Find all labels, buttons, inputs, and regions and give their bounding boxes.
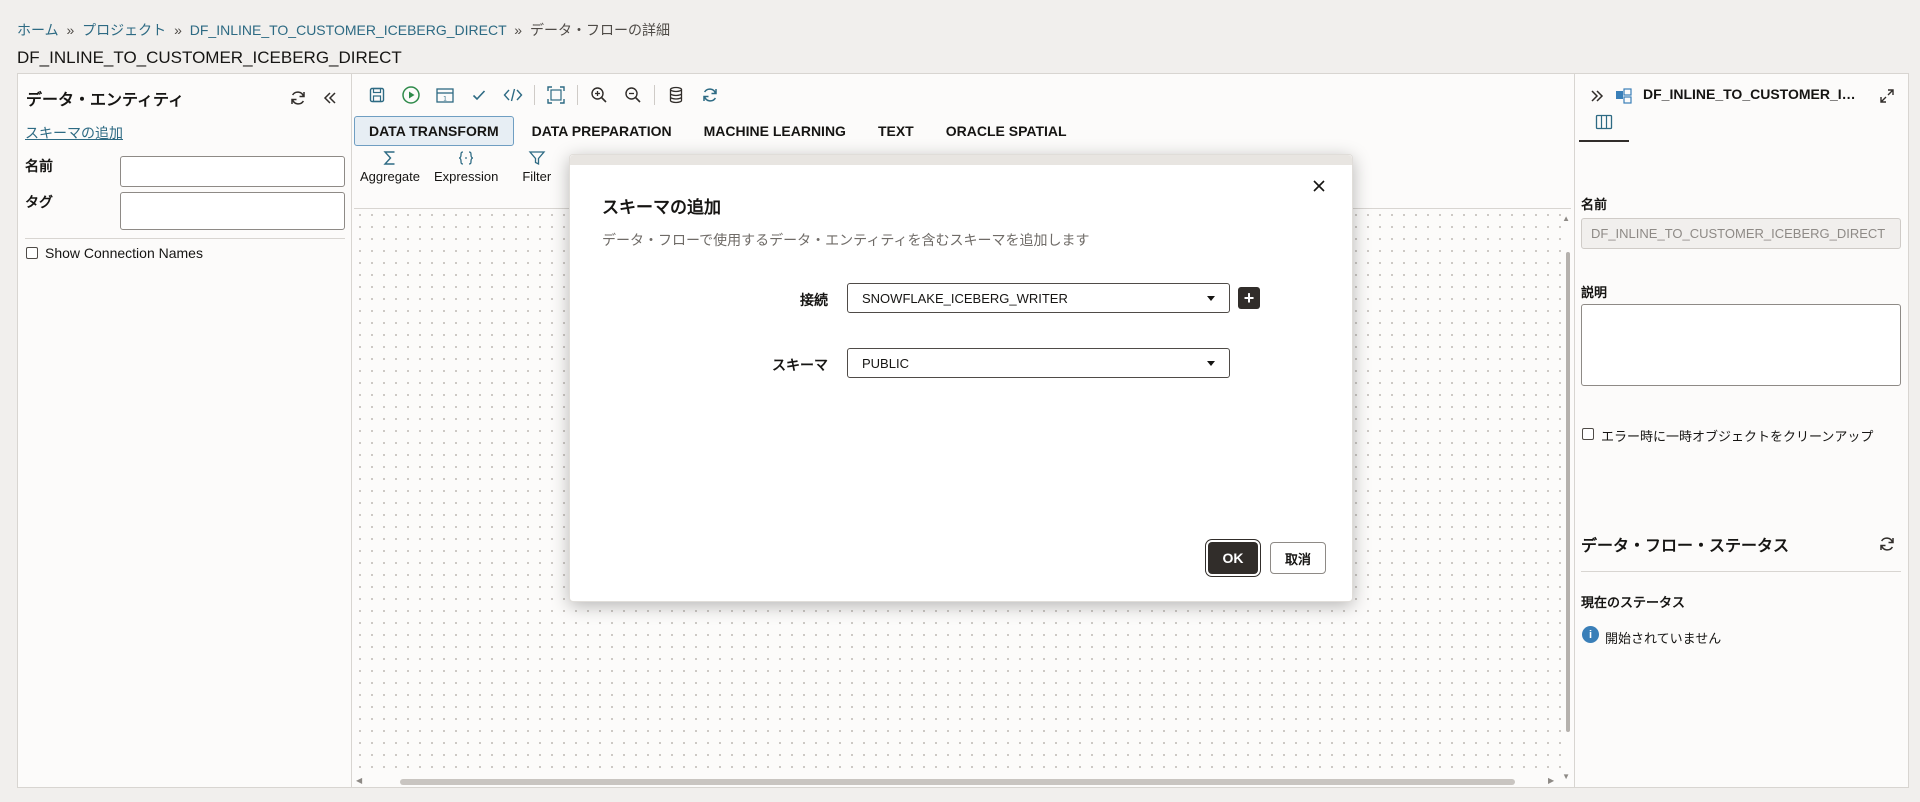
description-field[interactable] (1581, 304, 1901, 386)
cancel-button[interactable]: 取消 (1270, 542, 1326, 574)
sigma-icon (383, 151, 395, 165)
palette-item-expression[interactable]: Expression (434, 149, 498, 184)
properties-panel: DF_INLINE_TO_CUSTOMER_I… 名前 DF_INLINE_TO… (1574, 73, 1909, 788)
data-entities-panel: データ・エンティティ スキーマの追加 名前 タグ Show Connection… (17, 73, 352, 788)
schedule-icon[interactable]: 1 (428, 82, 462, 108)
show-connection-names-label: Show Connection Names (45, 245, 203, 261)
dialog-subtitle: データ・フローで使用するデータ・エンティティを含むスキーマを追加します (602, 232, 1090, 248)
toolbar-separator (577, 85, 578, 105)
refresh-icon[interactable] (286, 86, 310, 110)
status-section-title: データ・フロー・ステータス (1581, 538, 1790, 555)
dataflow-name-field[interactable]: DF_INLINE_TO_CUSTOMER_ICEBERG_DIRECT (1581, 218, 1901, 249)
braces-icon (459, 151, 474, 165)
zoom-in-icon[interactable] (582, 82, 616, 108)
current-status-label: 現在のステータス (1581, 595, 1686, 610)
divider (25, 238, 345, 239)
name-label: 名前 (1581, 197, 1608, 212)
tab-data-transform[interactable]: DATA TRANSFORM (354, 116, 514, 146)
palette-tabs: DATA TRANSFORM DATA PREPARATION MACHINE … (354, 116, 1085, 146)
palette-item-label: Expression (434, 169, 499, 184)
auto-layout-icon[interactable] (539, 82, 573, 108)
schema-label: スキーマ (772, 357, 828, 373)
tag-filter-input[interactable] (120, 192, 345, 230)
panel-title: データ・エンティティ (26, 92, 185, 109)
breadcrumb-dataflow-link[interactable]: DF_INLINE_TO_CUSTOMER_ICEBERG_DIRECT (190, 22, 507, 38)
connection-label: 接続 (800, 292, 828, 308)
add-schema-dialog: スキーマの追加 データ・フローで使用するデータ・エンティティを含むスキーマを追加… (569, 154, 1353, 602)
palette-item-label: Filter (522, 169, 552, 184)
palette-item-aggregate[interactable]: Aggregate (360, 149, 420, 184)
breadcrumb-current: データ・フローの詳細 (529, 22, 670, 38)
cleanup-on-error-checkbox[interactable] (1582, 428, 1594, 440)
palette-item-filter[interactable]: Filter (522, 149, 551, 184)
breadcrumb-separator: » (66, 22, 75, 38)
breadcrumb: ホーム » プロジェクト » DF_INLINE_TO_CUSTOMER_ICE… (17, 20, 670, 40)
svg-text:1: 1 (443, 96, 447, 103)
page-title: DF_INLINE_TO_CUSTOMER_ICEBERG_DIRECT (17, 48, 402, 67)
validate-icon[interactable] (462, 82, 496, 108)
tab-text[interactable]: TEXT (864, 117, 928, 145)
refresh-status-icon[interactable] (1875, 532, 1899, 556)
collapse-left-icon[interactable] (318, 86, 342, 110)
schema-select[interactable]: PUBLIC (847, 348, 1230, 378)
connection-select-value: SNOWFLAKE_ICEBERG_WRITER (862, 290, 1068, 306)
description-label: 説明 (1581, 285, 1608, 300)
ok-button[interactable]: OK (1208, 542, 1258, 574)
palette-item-label: Aggregate (360, 169, 420, 184)
refresh-icon[interactable] (693, 82, 727, 108)
database-icon[interactable] (659, 82, 693, 108)
run-icon[interactable] (394, 82, 428, 108)
columns-icon (1595, 114, 1613, 130)
tab-machine-learning[interactable]: MACHINE LEARNING (690, 117, 860, 145)
maximize-icon[interactable] (1875, 84, 1899, 108)
breadcrumb-separator: » (514, 22, 523, 38)
breadcrumb-separator: » (174, 22, 182, 38)
scroll-down-icon[interactable]: ▼ (1562, 772, 1570, 781)
transform-palette: Aggregate Expression Filter (360, 149, 565, 184)
tab-oracle-spatial[interactable]: ORACLE SPATIAL (932, 117, 1081, 145)
connection-select[interactable]: SNOWFLAKE_ICEBERG_WRITER (847, 283, 1230, 313)
divider (1581, 571, 1901, 572)
info-icon: i (1582, 626, 1599, 643)
current-status-value: 開始されていません (1605, 631, 1722, 646)
add-schema-link[interactable]: スキーマの追加 (25, 123, 123, 143)
save-icon[interactable] (360, 82, 394, 108)
toolbar-separator (534, 85, 535, 105)
chevron-down-icon (1207, 295, 1215, 301)
dialog-title: スキーマの追加 (602, 198, 721, 217)
dialog-drag-handle[interactable] (570, 155, 1352, 165)
add-connection-button[interactable]: + (1238, 287, 1260, 309)
schema-select-value: PUBLIC (862, 355, 909, 371)
tab-properties[interactable] (1579, 104, 1629, 142)
panel-title: DF_INLINE_TO_CUSTOMER_I… (1643, 86, 1856, 102)
zoom-out-icon[interactable] (616, 82, 650, 108)
close-icon[interactable] (1312, 179, 1330, 197)
scroll-right-icon[interactable]: ▶ (1548, 776, 1554, 785)
scroll-up-icon[interactable]: ▲ (1562, 214, 1570, 223)
name-label: 名前 (25, 158, 53, 174)
breadcrumb-home-link[interactable]: ホーム (17, 22, 59, 38)
horizontal-scrollbar[interactable] (400, 779, 1515, 785)
show-connection-names-checkbox[interactable] (26, 247, 38, 259)
plus-icon: + (1243, 288, 1255, 308)
code-view-icon[interactable] (496, 82, 530, 108)
chevron-down-icon (1207, 360, 1215, 366)
vertical-scrollbar[interactable] (1566, 252, 1570, 732)
tag-label: タグ (25, 194, 53, 210)
toolbar-separator (654, 85, 655, 105)
name-filter-input[interactable] (120, 156, 345, 187)
cleanup-on-error-label: エラー時に一時オブジェクトをクリーンアップ (1601, 429, 1874, 444)
canvas-toolbar: 1 (360, 82, 727, 108)
tab-data-preparation[interactable]: DATA PREPARATION (518, 117, 686, 145)
scroll-left-icon[interactable]: ◀ (356, 776, 362, 785)
filter-icon (528, 151, 546, 166)
breadcrumb-project-link[interactable]: プロジェクト (82, 22, 166, 38)
